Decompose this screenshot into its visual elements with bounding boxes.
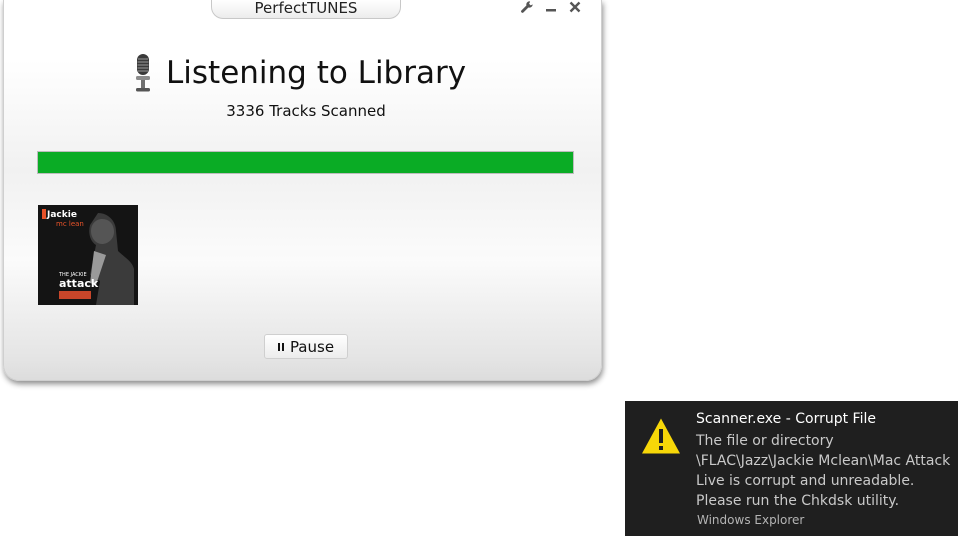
- corrupt-file-notification[interactable]: Scanner.exe - Corrupt File The file or d…: [625, 401, 958, 536]
- warning-icon: [641, 417, 681, 455]
- album-cover: Jackie mc lean THE JACKIE attack: [38, 205, 138, 305]
- page-title: Listening to Library: [166, 55, 467, 91]
- notification-source: Windows Explorer: [697, 513, 805, 527]
- perfecttunes-window: PerfectTUNES Listening to Library 3336 T…: [3, 0, 602, 381]
- scan-progress-bar: [37, 151, 574, 174]
- microphone-icon: [132, 53, 154, 93]
- pause-icon: [277, 342, 285, 351]
- cover-title-line4: attack: [59, 277, 99, 290]
- wrench-icon[interactable]: [520, 0, 534, 14]
- window-title: PerfectTUNES: [211, 0, 401, 19]
- notification-title: Scanner.exe - Corrupt File: [696, 411, 876, 427]
- cover-title-line1: Jackie: [46, 210, 77, 220]
- tracks-scanned-count: 3336 Tracks Scanned: [226, 102, 386, 120]
- cover-title-line2: mc lean: [56, 220, 84, 228]
- pause-button-label: Pause: [289, 337, 335, 356]
- minimize-icon[interactable]: [544, 0, 558, 14]
- close-icon[interactable]: [568, 0, 582, 14]
- scan-progress-fill: [38, 152, 573, 173]
- window-controls: [520, 0, 582, 14]
- pause-button[interactable]: Pause: [264, 334, 348, 359]
- heading: Listening to Library: [132, 53, 466, 93]
- notification-message: The file or directory \FLAC\Jazz\Jackie …: [696, 433, 951, 509]
